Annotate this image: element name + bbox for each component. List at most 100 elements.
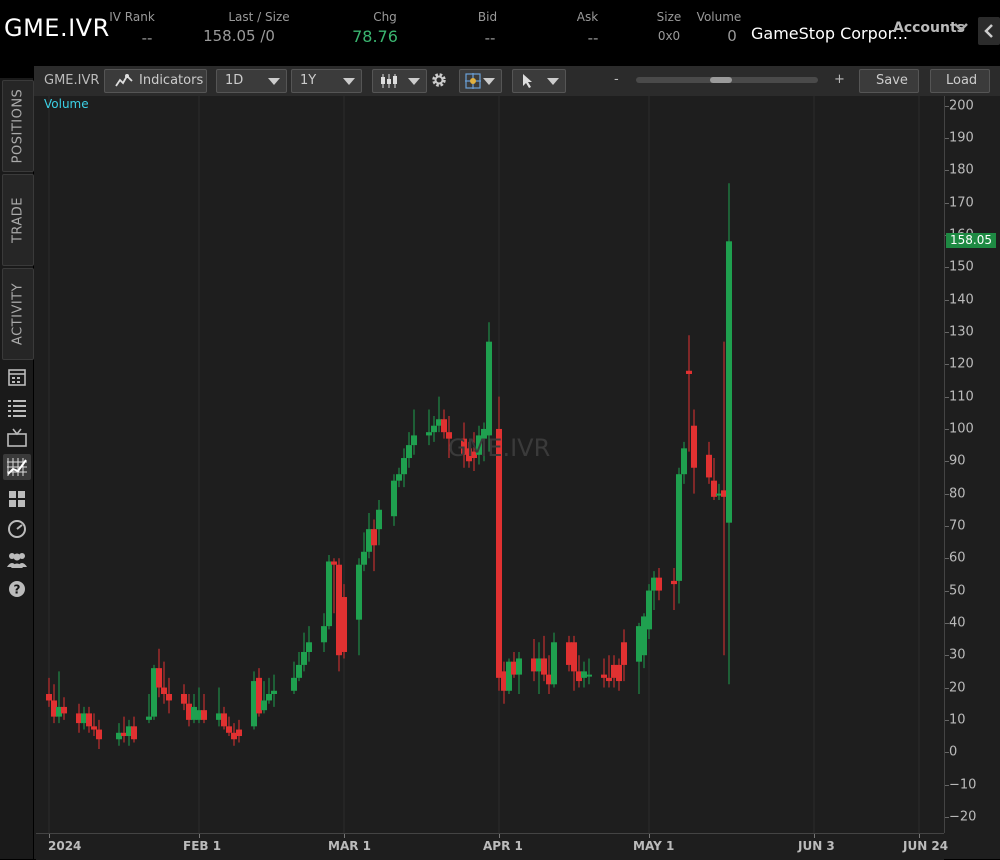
candle-body — [601, 674, 607, 678]
y-tick-mark — [945, 719, 949, 721]
chart-watermark: GME.IVR — [448, 434, 551, 462]
help-icon[interactable]: ? — [6, 578, 28, 600]
drawing-tools-icon — [465, 73, 481, 89]
candlestick-icon — [381, 74, 397, 88]
chg-label: Chg — [373, 10, 397, 24]
tab-trade-label: TRADE — [10, 196, 26, 244]
candle-body — [236, 729, 242, 737]
load-button[interactable]: Load — [930, 69, 990, 93]
candle-body — [541, 658, 547, 675]
zoom-in-button[interactable]: + — [834, 72, 845, 87]
accounts-chevron-icon[interactable] — [952, 18, 970, 36]
zoom-slider-thumb[interactable] — [710, 77, 732, 83]
chevron-down-icon — [483, 78, 495, 85]
gauge-icon[interactable] — [6, 518, 28, 540]
chevron-left-icon — [984, 24, 993, 38]
y-tick-label: −20 — [949, 809, 977, 825]
candle-body — [296, 664, 302, 678]
y-tick-label: 130 — [949, 324, 974, 340]
tab-positions-label: POSITIONS — [10, 88, 26, 164]
gear-icon[interactable] — [430, 71, 448, 89]
list-icon[interactable] — [6, 396, 28, 418]
save-button[interactable]: Save — [859, 69, 919, 93]
y-tick-mark — [945, 396, 949, 398]
y-tick-mark — [945, 590, 949, 592]
y-tick-mark — [945, 105, 949, 107]
dashboard-icon[interactable] — [6, 488, 28, 510]
ask-label: Ask — [576, 10, 599, 24]
candle-body — [91, 726, 97, 730]
iv-rank-label: IV Rank — [109, 10, 155, 24]
candle-body — [431, 425, 437, 433]
x-tick-label: APR 1 — [483, 839, 523, 853]
volume-study-label[interactable]: Volume — [44, 97, 89, 111]
charts-nav-button[interactable] — [3, 454, 31, 480]
y-tick-label: 150 — [949, 259, 974, 275]
zoom-out-button[interactable]: - — [614, 72, 619, 87]
candle-body — [391, 480, 397, 517]
y-tick-label: 90 — [949, 453, 966, 469]
y-tick-label: 170 — [949, 195, 974, 211]
candle-body — [516, 658, 522, 675]
y-tick-label: 40 — [949, 615, 966, 631]
symbol-title[interactable]: GME.IVR — [4, 14, 110, 42]
y-tick-label: 70 — [949, 518, 966, 534]
indicators-label: Indicators — [139, 73, 204, 88]
community-icon[interactable] — [6, 548, 28, 570]
candle-body — [156, 668, 162, 688]
x-tick-label: JUN 3 — [798, 839, 835, 853]
candle-body — [356, 564, 362, 620]
x-tick-mark — [919, 834, 920, 838]
x-tick-mark — [649, 834, 650, 838]
cursor-arrow-icon — [523, 74, 532, 88]
candle-body — [376, 509, 382, 530]
chart-style-select[interactable] — [372, 69, 427, 93]
size-label: Size — [656, 10, 682, 24]
tab-activity[interactable]: ACTIVITY — [2, 268, 34, 360]
candlestick-chart[interactable] — [36, 96, 944, 833]
y-tick-label: 110 — [949, 389, 974, 405]
candle-body — [681, 448, 687, 475]
tv-icon[interactable] — [6, 426, 28, 448]
y-tick-label: 50 — [949, 583, 966, 599]
iv-rank-value: -- — [141, 29, 153, 47]
y-tick-label: 20 — [949, 680, 966, 696]
cursor-select[interactable] — [512, 69, 566, 93]
indicators-button[interactable]: Indicators — [104, 69, 207, 93]
candle-body — [621, 642, 627, 665]
candle-body — [166, 694, 172, 701]
candle-body — [331, 561, 337, 565]
bid-label: Bid — [477, 10, 498, 24]
tab-positions[interactable]: POSITIONS — [2, 80, 34, 172]
time-frame-select[interactable]: 1Y — [291, 69, 362, 93]
price-axis[interactable]: 2001901801701601501401301201101009080706… — [944, 96, 1000, 833]
y-tick-mark — [945, 202, 949, 204]
time-axis[interactable]: 2024 FEB 1 MAR 1 APR 1 MAY 1 JUN 3 JUN 24 — [36, 833, 948, 860]
candle-body — [221, 713, 227, 727]
drawing-tools-select[interactable] — [459, 69, 502, 93]
tab-trade[interactable]: TRADE — [2, 174, 34, 266]
volume-value: 0 — [727, 27, 737, 45]
y-tick-label: 100 — [949, 421, 974, 437]
candle-body — [226, 726, 232, 733]
candle-body — [161, 687, 167, 695]
collapse-button[interactable] — [978, 17, 1000, 45]
calendar-icon[interactable] — [6, 366, 28, 388]
candle-body — [426, 432, 432, 436]
y-tick-mark — [945, 816, 949, 818]
y-tick-mark — [945, 364, 949, 366]
y-tick-mark — [945, 622, 949, 624]
chart-plot-area[interactable] — [36, 96, 944, 833]
aggregation-value: 1D — [225, 73, 244, 88]
tab-activity-label: ACTIVITY — [10, 282, 26, 346]
candle-body — [676, 474, 682, 581]
aggregation-select[interactable]: 1D — [216, 69, 287, 93]
toolbar-symbol[interactable]: GME.IVR — [44, 73, 99, 88]
chevron-down-icon — [343, 78, 355, 85]
chevron-down-icon — [268, 78, 280, 85]
y-tick-mark — [945, 525, 949, 527]
candle-body — [486, 341, 492, 436]
company-name[interactable]: GameStop Corpor... — [751, 24, 908, 43]
candle-body — [656, 577, 662, 591]
x-tick-label: FEB 1 — [183, 839, 222, 853]
